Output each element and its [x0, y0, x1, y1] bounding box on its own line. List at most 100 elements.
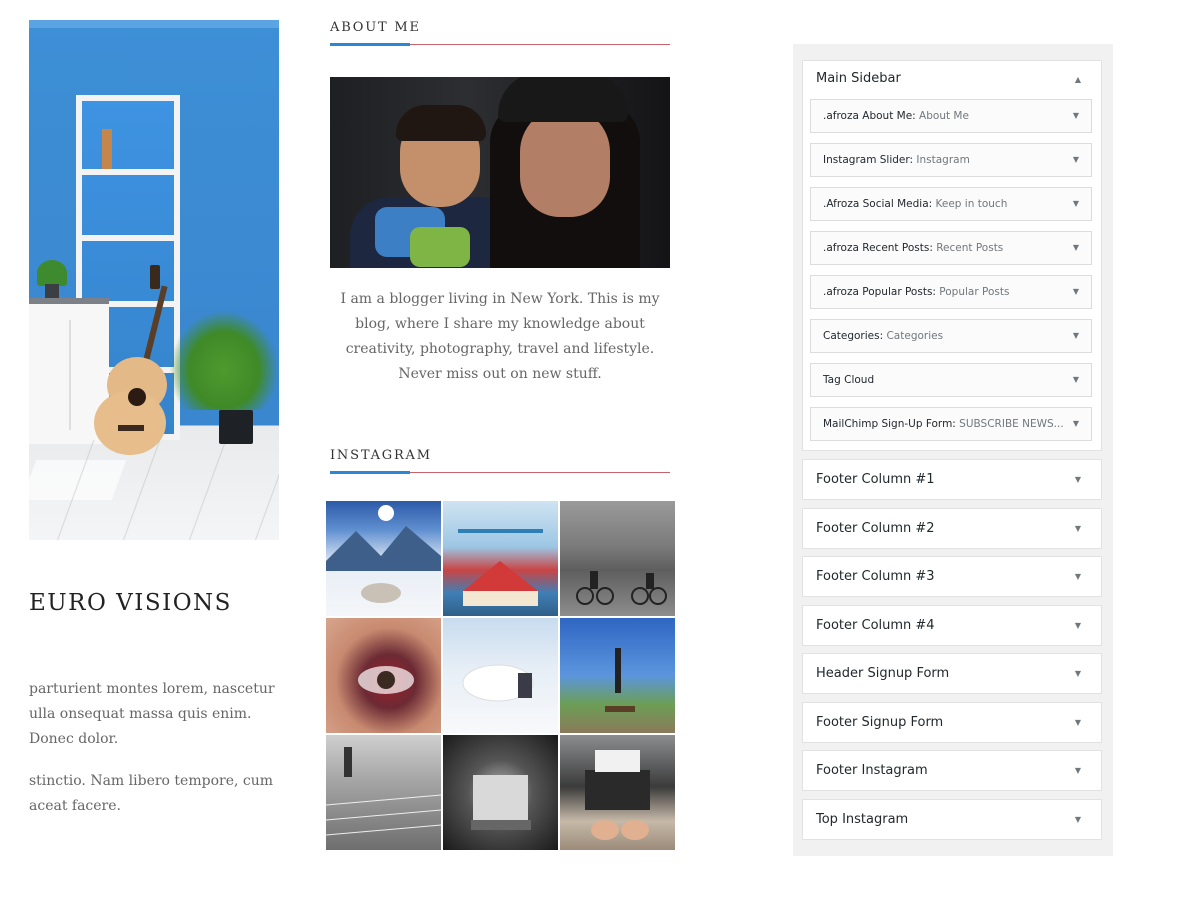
widget-type: .Afroza Social Media: — [823, 198, 933, 210]
expand-arrow-icon[interactable]: ▼ — [1075, 621, 1081, 630]
expand-arrow-icon[interactable]: ▼ — [1073, 331, 1079, 340]
widget-title: Keep in touch — [932, 198, 1008, 210]
post-featured-image[interactable] — [29, 20, 279, 540]
expand-arrow-icon[interactable]: ▼ — [1075, 815, 1081, 824]
instagram-photo[interactable] — [443, 735, 558, 850]
widget-label: Tag Cloud — [823, 374, 874, 386]
expand-arrow-icon[interactable]: ▼ — [1073, 375, 1079, 384]
widget-area-footer-column-2[interactable]: Footer Column #2 ▼ — [802, 508, 1102, 549]
instagram-photo[interactable] — [443, 618, 558, 733]
instagram-photo[interactable] — [326, 618, 441, 733]
widget-title: About Me — [915, 110, 969, 122]
post-excerpt-paragraph: stinctio. Nam libero tempore, cum aceat … — [29, 773, 274, 814]
instagram-grid — [326, 501, 675, 851]
plant-pot — [219, 410, 253, 444]
theater-stage-image — [471, 775, 531, 830]
widget-title: Instagram — [913, 154, 970, 166]
plant-fronds — [169, 310, 279, 410]
widget-label: MailChimp Sign-Up Form: SUBSCRIBE NEWS..… — [823, 418, 1064, 430]
widget-area-footer-column-3[interactable]: Footer Column #3 ▼ — [802, 556, 1102, 597]
plant-leaves — [37, 260, 67, 286]
post-excerpt-paragraph: parturient montes lorem, nascetur ulla o… — [29, 681, 275, 747]
widget-areas-panel: Main Sidebar ▲ .afroza About Me: About M… — [793, 44, 1113, 856]
instagram-photo[interactable] — [326, 501, 441, 616]
post-title[interactable]: EURO VISIONS — [29, 590, 289, 616]
widget-item-about-me[interactable]: .afroza About Me: About Me ▼ — [810, 99, 1092, 133]
expand-arrow-icon[interactable]: ▼ — [1075, 572, 1081, 581]
widget-item-recent-posts[interactable]: .afroza Recent Posts: Recent Posts ▼ — [810, 231, 1092, 265]
expand-arrow-icon[interactable]: ▼ — [1075, 475, 1081, 484]
handstand-image — [605, 648, 635, 712]
snow-mountain-image — [326, 505, 441, 603]
collapse-arrow-icon[interactable]: ▲ — [1075, 75, 1081, 84]
widget-label: .afroza About Me: About Me — [823, 110, 969, 122]
bicycles-image — [576, 571, 667, 605]
instagram-photo[interactable] — [443, 501, 558, 616]
shelf-board — [82, 235, 174, 241]
cabinet-divider — [69, 320, 71, 430]
expand-arrow-icon[interactable]: ▼ — [1073, 287, 1079, 296]
widget-area-title: Footer Column #1 — [816, 472, 935, 487]
about-me-text: I am a blogger living in New York. This … — [340, 291, 660, 382]
instagram-photo[interactable] — [326, 735, 441, 850]
about-me-photo — [330, 77, 670, 268]
widget-title: SUBSCRIBE NEWS... — [955, 418, 1064, 430]
heading-accent-bar — [330, 43, 410, 46]
widget-area-title: Footer Column #3 — [816, 569, 935, 584]
heading-accent-bar — [330, 471, 410, 474]
plant-pot — [45, 284, 59, 298]
widget-area-top-instagram[interactable]: Top Instagram ▼ — [802, 799, 1102, 840]
widget-area-header-signup-form[interactable]: Header Signup Form ▼ — [802, 653, 1102, 694]
person-scarf — [410, 227, 470, 267]
widget-area-title: Header Signup Form — [816, 666, 950, 681]
expand-arrow-icon[interactable]: ▼ — [1073, 199, 1079, 208]
unicorn-image — [462, 664, 534, 702]
widget-item-instagram-slider[interactable]: Instagram Slider: Instagram ▼ — [810, 143, 1092, 177]
person-face — [520, 107, 610, 217]
widget-type: Categories: — [823, 330, 884, 342]
widget-area-footer-column-1[interactable]: Footer Column #1 ▼ — [802, 459, 1102, 500]
widget-title: Categories — [883, 330, 944, 342]
person-hat — [498, 77, 628, 122]
widget-type: MailChimp Sign-Up Form: — [823, 418, 956, 430]
widget-title: Popular Posts — [935, 286, 1010, 298]
widget-title: Recent Posts — [932, 242, 1004, 254]
expand-arrow-icon[interactable]: ▼ — [1075, 718, 1081, 727]
expand-arrow-icon[interactable]: ▼ — [1073, 155, 1079, 164]
widget-item-categories[interactable]: Categories: Categories ▼ — [810, 319, 1092, 353]
expand-arrow-icon[interactable]: ▼ — [1075, 524, 1081, 533]
expand-arrow-icon[interactable]: ▼ — [1073, 111, 1079, 120]
widget-area-title: Footer Column #2 — [816, 521, 935, 536]
widget-item-popular-posts[interactable]: .afroza Popular Posts: Popular Posts ▼ — [810, 275, 1092, 309]
expand-arrow-icon[interactable]: ▼ — [1073, 243, 1079, 252]
expand-arrow-icon[interactable]: ▼ — [1073, 419, 1079, 428]
widget-area-title: Footer Signup Form — [816, 715, 944, 730]
instagram-widget-heading: INSTAGRAM — [330, 448, 670, 474]
widget-area-footer-column-4[interactable]: Footer Column #4 ▼ — [802, 605, 1102, 646]
person-hair — [396, 105, 486, 141]
instagram-photo[interactable] — [560, 735, 675, 850]
widget-area-title: Top Instagram — [816, 812, 909, 827]
widget-type: .afroza About Me: — [823, 110, 916, 122]
expand-arrow-icon[interactable]: ▼ — [1075, 669, 1081, 678]
widget-item-tag-cloud[interactable]: Tag Cloud ▼ — [810, 363, 1092, 397]
widget-label: .Afroza Social Media: Keep in touch — [823, 198, 1007, 210]
typewriter-image — [585, 750, 650, 840]
small-plant — [37, 260, 67, 298]
floor-tiles — [29, 440, 279, 540]
main-sidebar-title[interactable]: Main Sidebar — [816, 71, 901, 86]
large-plant — [169, 310, 279, 450]
widget-area-footer-instagram[interactable]: Footer Instagram ▼ — [802, 750, 1102, 791]
instagram-photo[interactable] — [560, 618, 675, 733]
widget-item-mailchimp[interactable]: MailChimp Sign-Up Form: SUBSCRIBE NEWS..… — [810, 407, 1092, 441]
widget-item-social-media[interactable]: .Afroza Social Media: Keep in touch ▼ — [810, 187, 1092, 221]
expand-arrow-icon[interactable]: ▼ — [1075, 766, 1081, 775]
widget-type: .afroza Popular Posts: — [823, 286, 936, 298]
widget-label: Categories: Categories — [823, 330, 943, 342]
widget-area-footer-signup-form[interactable]: Footer Signup Form ▼ — [802, 702, 1102, 743]
wall-trim — [29, 20, 279, 28]
widget-area-title: Footer Column #4 — [816, 618, 935, 633]
instagram-photo[interactable] — [560, 501, 675, 616]
widget-type: .afroza Recent Posts: — [823, 242, 933, 254]
book — [102, 129, 112, 169]
